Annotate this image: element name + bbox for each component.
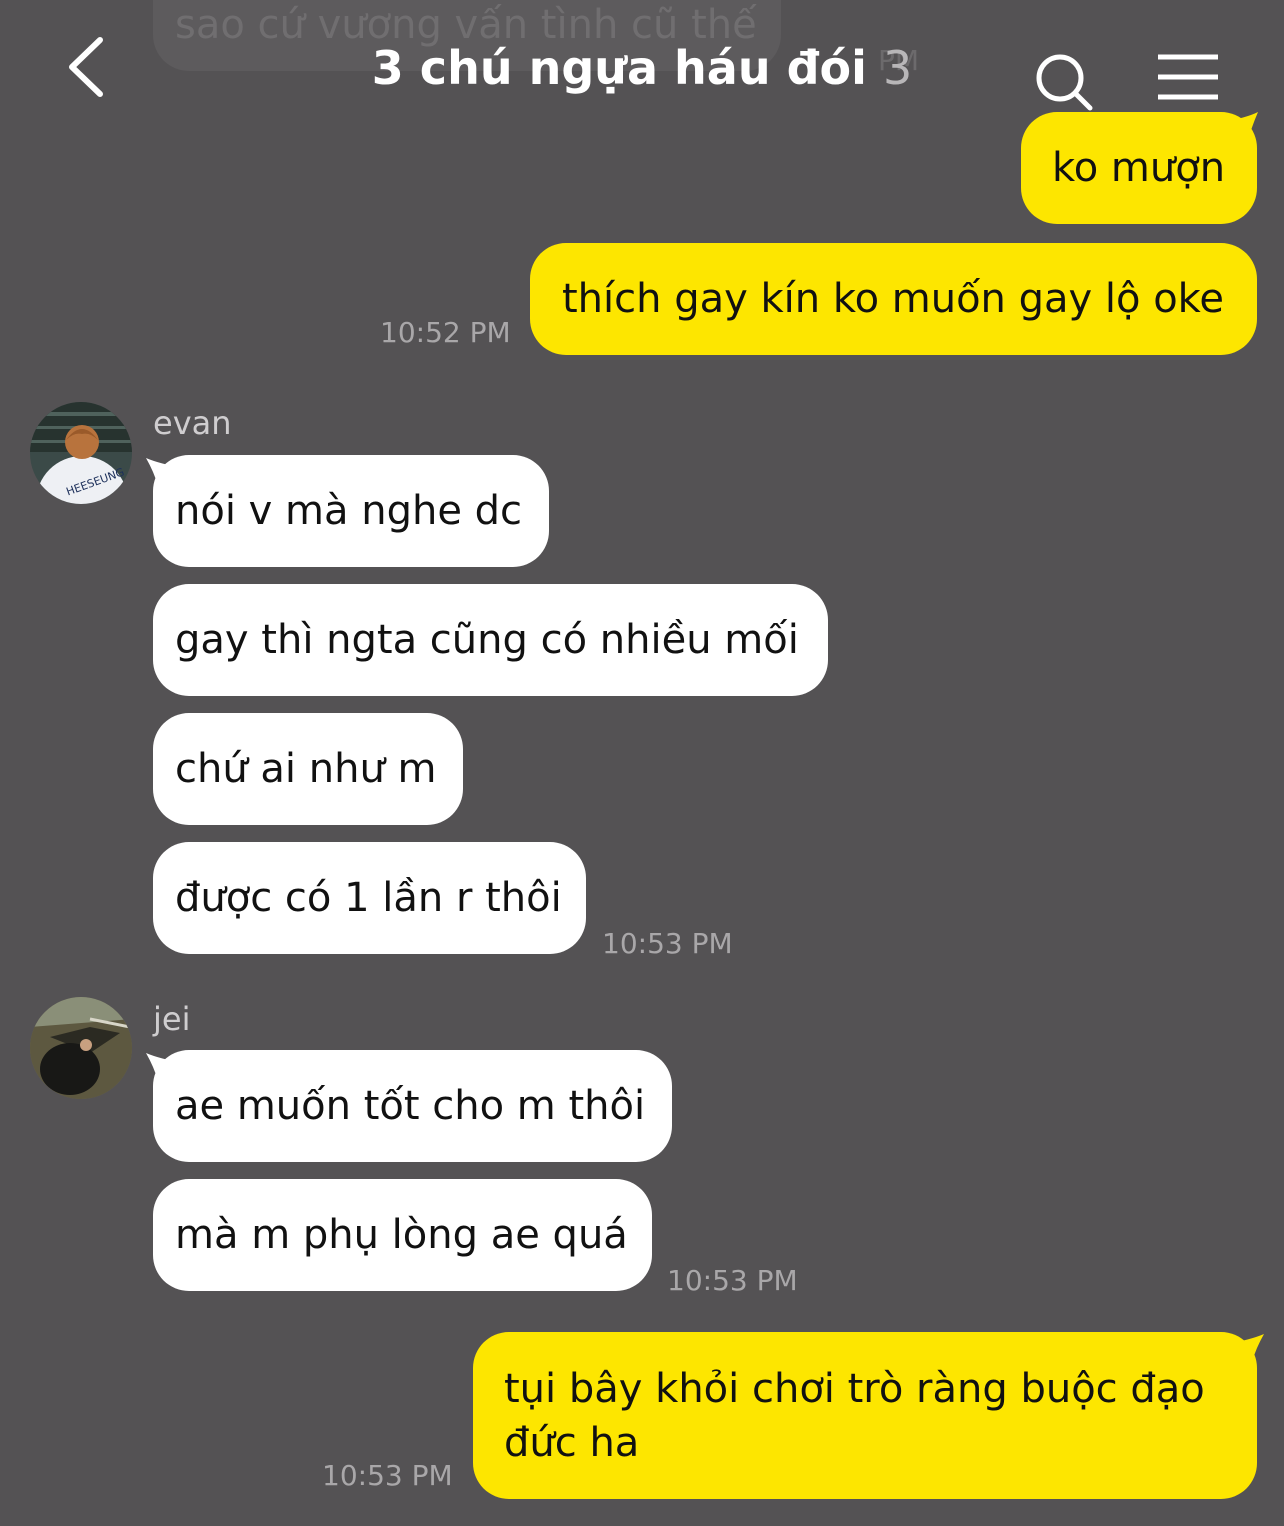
message-text: nói v mà nghe dc [175, 488, 523, 534]
message-time: 10:53 PM [322, 1459, 453, 1492]
message-bubble-incoming[interactable]: nói v mà nghe dc [153, 455, 549, 567]
member-count: 3 [882, 41, 913, 95]
avatar-photo-icon: HEESEUNG [30, 402, 132, 504]
avatar-evan[interactable]: HEESEUNG [30, 402, 132, 504]
search-button[interactable] [1030, 48, 1100, 118]
avatar-photo-icon [30, 997, 132, 1099]
message-text: ae muốn tốt cho m thôi [175, 1083, 646, 1129]
message-text-line: đức ha [504, 1420, 640, 1466]
message-text: thích gay kín ko muốn gay lộ oke [562, 276, 1225, 322]
message-bubble-outgoing[interactable]: tụi bây khỏi chơi trò ràng buộc đạo đức … [473, 1332, 1257, 1499]
message-time: 10:53 PM [667, 1264, 798, 1297]
message-bubble-outgoing[interactable]: ko mượn [1021, 112, 1257, 224]
message-text: gay thì ngta cũng có nhiều mối [175, 617, 799, 663]
search-icon [1036, 54, 1093, 111]
message-bubble-incoming[interactable]: được có 1 lần r thôi [153, 842, 586, 954]
message-text: ko mượn [1052, 145, 1226, 191]
message-bubble-incoming[interactable]: gay thì ngta cũng có nhiều mối [153, 584, 828, 696]
message-text: mà m phụ lòng ae quá [175, 1212, 628, 1258]
hamburger-menu-icon [1158, 54, 1218, 100]
avatar-jei[interactable] [30, 997, 132, 1099]
sender-name: jei [153, 1000, 191, 1038]
chat-header: 3 chú ngựa háu đói 3 [0, 0, 1284, 120]
message-text: được có 1 lần r thôi [175, 875, 562, 921]
message-bubble-incoming[interactable]: ae muốn tốt cho m thôi [153, 1050, 672, 1162]
message-time: 10:52 PM [380, 316, 511, 349]
menu-button[interactable] [1156, 52, 1222, 102]
chat-title-text: 3 chú ngựa háu đói [371, 41, 867, 95]
sender-name: evan [153, 404, 232, 442]
message-text-line: tụi bây khỏi chơi trò ràng buộc đạo [504, 1366, 1205, 1412]
message-text: chứ ai như m [175, 746, 437, 792]
message-bubble-incoming[interactable]: mà m phụ lòng ae quá [153, 1179, 652, 1291]
message-bubble-outgoing[interactable]: thích gay kín ko muốn gay lộ oke [530, 243, 1257, 355]
message-time: 10:53 PM [602, 927, 733, 960]
message-bubble-incoming[interactable]: chứ ai như m [153, 713, 463, 825]
